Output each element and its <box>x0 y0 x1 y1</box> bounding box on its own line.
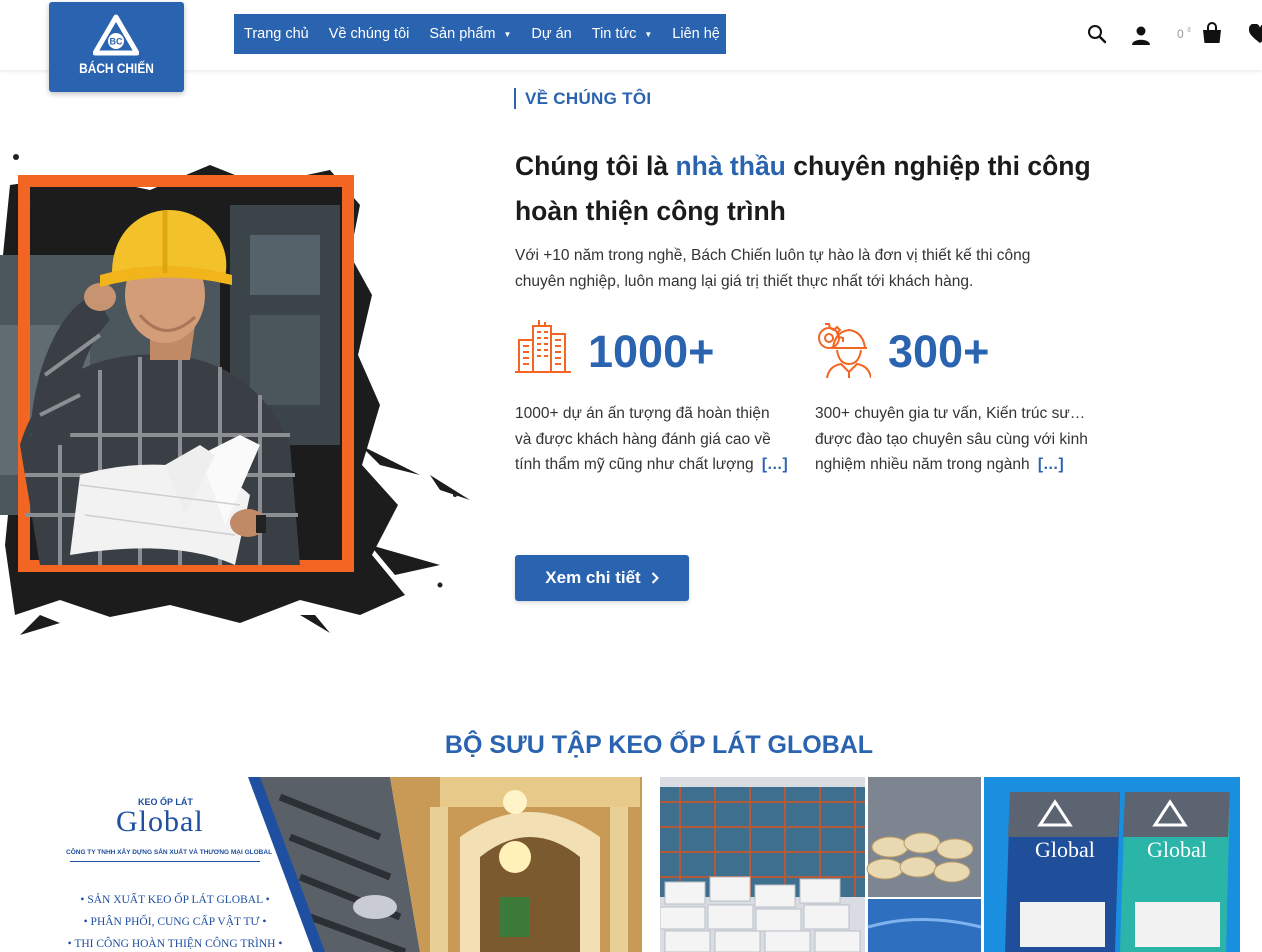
about-intro: Với +10 năm trong nghề, Bách Chiến luôn … <box>515 247 1031 290</box>
stat-number: 1000+ <box>588 326 715 377</box>
nav-item-label: Tin tức <box>591 26 637 42</box>
chevron-right-icon <box>651 572 659 584</box>
button-label: Xem chi tiết <box>545 568 641 587</box>
nav-item-3[interactable]: Sản phẩm ▼ <box>429 26 511 42</box>
stat-number: 300+ <box>888 326 990 377</box>
nav-item-label: Về chúng tôi <box>328 26 410 42</box>
global-brand: Global <box>116 805 204 838</box>
stat-description: 1000+ dự án ấn tượng đã hoàn thiện và đư… <box>515 405 788 473</box>
nav-item-5[interactable]: Tin tức ▼ <box>592 26 653 42</box>
header-icons: 0 ₫ <box>1087 22 1262 46</box>
caret-down-icon: ▼ <box>503 29 512 39</box>
global-bullets: • SẢN XUẤT KEO ỐP LÁT GLOBAL • • PHÂN PH… <box>60 889 290 952</box>
heart-icon[interactable] <box>1249 24 1262 44</box>
about-headline: Chúng tôi là nhà thầu chuyên nghiệp thi … <box>515 144 1095 234</box>
global-bullet: • SẢN XUẤT KEO ỐP LÁT GLOBAL • <box>80 894 270 906</box>
svg-text:Global: Global <box>1035 837 1095 862</box>
nav-item-label: Sản phẩm <box>429 26 496 42</box>
nav-item-label: Trang chủ <box>244 26 309 42</box>
collection-banner-warehouse[interactable]: Global Global <box>660 777 1240 952</box>
svg-text:Global: Global <box>1147 837 1207 862</box>
logo-mark-icon: BC <box>93 14 139 56</box>
section-eyebrow: VỀ CHÚNG TÔI <box>514 88 651 109</box>
view-details-button[interactable]: Xem chi tiết <box>515 555 689 601</box>
read-more-link[interactable]: […] <box>1038 456 1064 473</box>
nav-item-6[interactable]: Liên hệ <box>672 26 720 42</box>
collection-banner-global[interactable]: KEO ỐP LÁT Global CÔNG TY TNHH XÂY DỰNG … <box>60 777 642 952</box>
user-icon[interactable] <box>1131 25 1151 45</box>
global-company: CÔNG TY TNHH XÂY DỰNG SẢN XUẤT VÀ THƯƠNG… <box>66 849 273 856</box>
site-logo[interactable]: BC BÁCH CHIẾN <box>49 2 184 92</box>
global-bullet: • PHÂN PHỐI, CUNG CẤP VẬT TƯ • <box>83 916 267 928</box>
nav-item-2[interactable]: Về chúng tôi <box>329 26 410 42</box>
read-more-link[interactable]: […] <box>762 456 788 473</box>
logo-text: BÁCH CHIẾN <box>79 60 154 76</box>
headline-part-1: Chúng tôi là <box>515 151 676 181</box>
global-divider <box>70 861 260 862</box>
engineer-gear-icon <box>818 323 871 378</box>
nav-item-label: Liên hệ <box>672 26 720 42</box>
collection-title: BỘ SƯU TẬP KEO ỐP LÁT GLOBAL <box>444 731 874 759</box>
headline-highlight: nhà thầu <box>675 151 786 181</box>
nav-item-label: Dự án <box>531 26 572 42</box>
nav-item-4[interactable]: Dự án <box>531 26 571 42</box>
search-icon[interactable] <box>1087 24 1107 44</box>
svg-text:BC: BC <box>110 37 123 47</box>
stat-description: 300+ chuyên gia tư vấn, Kiến trúc sư… đư… <box>815 405 1088 473</box>
main-nav: Trang chủ Về chúng tôi Sản phẩm ▼ Dự án Tin t… <box>234 14 726 54</box>
caret-down-icon: ▼ <box>644 29 653 39</box>
warehouse-banner-graphic: Global Global <box>660 777 1240 952</box>
nav-item-1[interactable]: Trang chủ <box>244 26 309 42</box>
cart-amount[interactable]: 0 ₫ <box>1177 26 1191 41</box>
global-bullet: • THI CÔNG HOÀN THIỆN CÔNG TRÌNH • <box>67 938 283 950</box>
worker-hero-image <box>0 154 470 635</box>
buildings-icon <box>515 320 571 373</box>
global-logo-block: KEO ỐP LÁT Global <box>116 797 246 837</box>
site-header: Trang chủ Về chúng tôi Sản phẩm ▼ Dự án Tin t… <box>0 0 1262 70</box>
shopping-bag-icon[interactable] <box>1201 22 1223 44</box>
